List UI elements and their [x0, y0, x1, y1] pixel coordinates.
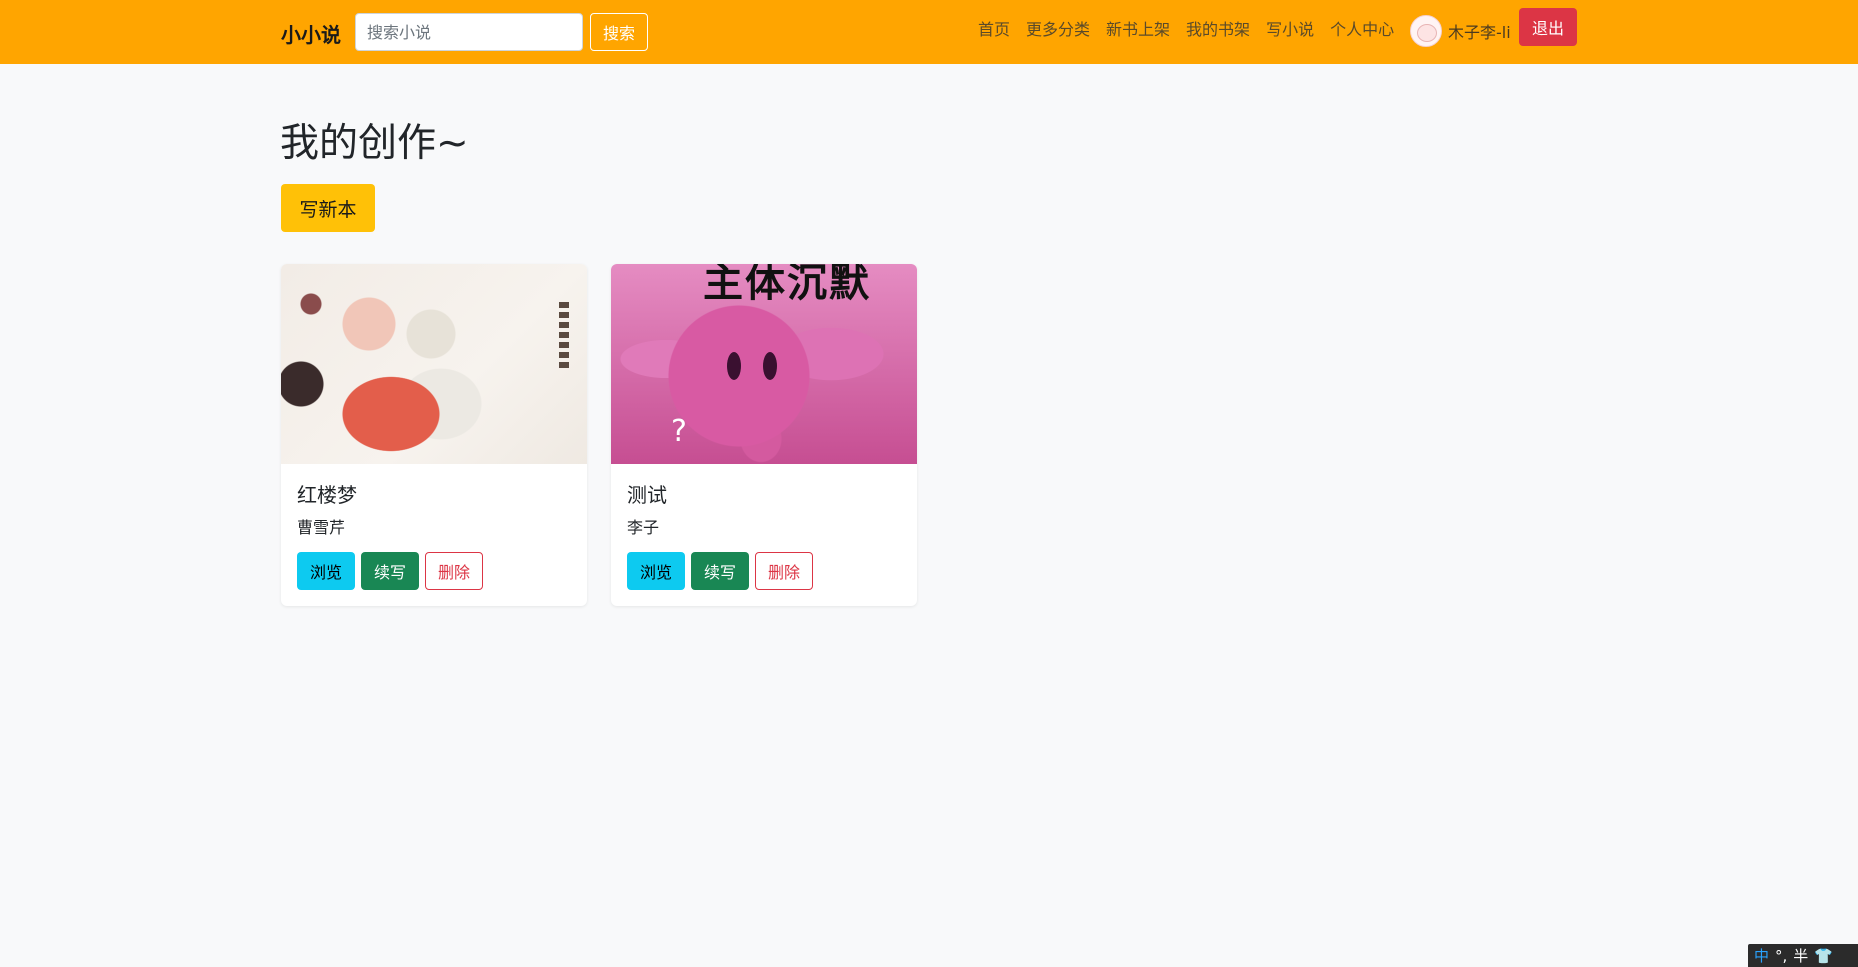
nav-bookshelf[interactable]: 我的书架 [1186, 16, 1250, 40]
ime-skin-icon[interactable]: 👕 [1814, 947, 1833, 965]
book-cover-image[interactable]: 主体沉默 ? [611, 264, 917, 464]
book-card: 主体沉默 ? 测试 李子 浏览 续写 删除 [611, 264, 917, 606]
ime-punctuation[interactable]: °, [1775, 947, 1787, 965]
elephant-eye-icon [727, 352, 741, 380]
card-actions: 浏览 续写 删除 [297, 552, 489, 590]
card-actions: 浏览 续写 删除 [627, 552, 819, 590]
nav-links: 首页 更多分类 新书上架 我的书架 写小说 个人中心 [978, 17, 1410, 39]
elephant-eye-icon [763, 352, 777, 380]
book-card: 红楼梦 曹雪芹 浏览 续写 删除 [281, 264, 587, 606]
seal-stamp-icon [559, 302, 569, 372]
cover-caption: 主体沉默 [703, 264, 871, 306]
ime-toolbar[interactable]: 中 °, 半 👕 [1748, 944, 1858, 967]
navbar: 小小说 搜索 首页 更多分类 新书上架 我的书架 写小说 个人中心 木子李-li… [0, 0, 1858, 64]
new-book-button[interactable]: 写新本 [281, 184, 375, 232]
search-button[interactable]: 搜索 [590, 13, 648, 51]
avatar-face-icon [1417, 24, 1437, 42]
brand-logo[interactable]: 小小说 [281, 19, 341, 48]
ime-mode-indicator[interactable]: 中 [1754, 945, 1769, 966]
continue-writing-button[interactable]: 续写 [691, 552, 750, 590]
nav-categories[interactable]: 更多分类 [1026, 16, 1090, 40]
page-title: 我的创作~ [280, 121, 469, 166]
nav-profile[interactable]: 个人中心 [1330, 16, 1394, 40]
nav-new-books[interactable]: 新书上架 [1106, 16, 1170, 40]
ime-width[interactable]: 半 [1793, 945, 1808, 966]
browse-button[interactable]: 浏览 [627, 552, 686, 590]
continue-writing-button[interactable]: 续写 [361, 552, 420, 590]
book-cover-image[interactable] [281, 264, 587, 464]
nav-home[interactable]: 首页 [978, 16, 1010, 40]
book-title: 测试 [627, 483, 667, 507]
username[interactable]: 木子李-li [1448, 19, 1511, 43]
search-input[interactable] [355, 13, 583, 51]
browse-button[interactable]: 浏览 [297, 552, 356, 590]
user-menu[interactable]: 木子李-li [1410, 14, 1511, 48]
nav-write[interactable]: 写小说 [1266, 16, 1314, 40]
avatar[interactable] [1410, 15, 1442, 47]
delete-button[interactable]: 删除 [755, 552, 814, 590]
book-author: 李子 [627, 518, 660, 537]
logout-button[interactable]: 退出 [1519, 8, 1577, 46]
book-author: 曹雪芹 [297, 518, 346, 537]
delete-button[interactable]: 删除 [425, 552, 484, 590]
cover-question-mark: ? [671, 414, 687, 449]
book-title: 红楼梦 [297, 483, 357, 507]
